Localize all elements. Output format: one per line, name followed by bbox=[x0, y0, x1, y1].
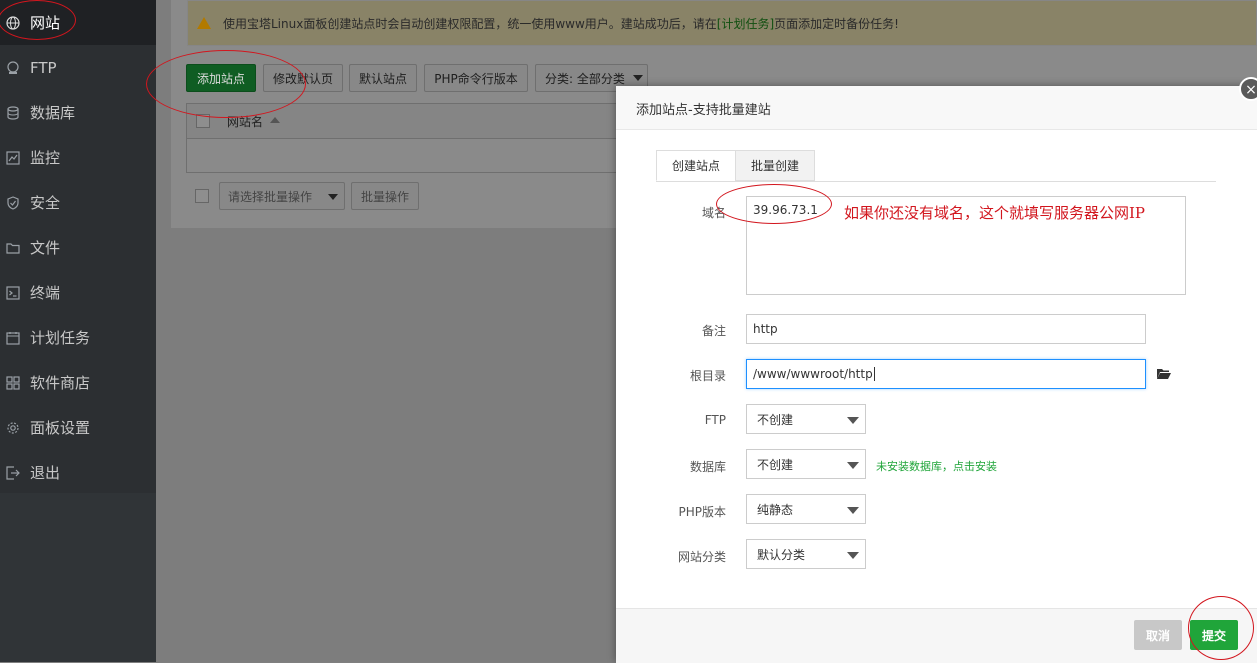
notice-bar: 使用宝塔Linux面板创建站点时会自动创建权限配置，统一使用www用户。建站成功… bbox=[187, 0, 1257, 46]
chevron-down-icon bbox=[632, 75, 643, 81]
cancel-button[interactable]: 取消 bbox=[1134, 620, 1182, 650]
ftp-select[interactable]: 不创建 bbox=[746, 404, 866, 434]
logout-icon bbox=[6, 465, 20, 480]
batch-select[interactable]: 请选择批量操作 bbox=[219, 182, 345, 210]
table-header: 网站名 bbox=[187, 104, 616, 139]
remark-label: 备注 bbox=[701, 324, 726, 338]
remark-input[interactable]: http bbox=[746, 314, 1146, 344]
sidebar-item-label: 安全 bbox=[30, 194, 61, 212]
domain-value: 39.96.73.1 bbox=[753, 203, 818, 217]
database-select[interactable]: 不创建 bbox=[746, 449, 866, 479]
cron-link[interactable]: [计划任务] bbox=[717, 15, 774, 32]
domain-annotation: 如果你还没有域名，这个就填写服务器公网IP bbox=[844, 204, 1146, 222]
gear-icon bbox=[6, 421, 20, 435]
sidebar-item-logout[interactable]: 退出 bbox=[0, 450, 156, 495]
tab-create-site[interactable]: 创建站点 bbox=[656, 150, 736, 181]
folder-icon bbox=[6, 241, 20, 255]
sidebar-item-database[interactable]: 数据库 bbox=[0, 90, 156, 135]
batch-select-placeholder: 请选择批量操作 bbox=[228, 189, 313, 204]
root-dir-value: /www/wwwroot/http bbox=[753, 367, 873, 381]
sidebar-item-label: 文件 bbox=[30, 239, 61, 257]
chevron-down-icon bbox=[328, 194, 338, 200]
site-category-label: 网站分类 bbox=[677, 550, 726, 564]
add-site-modal: 添加站点-支持批量建站 创建站点 批量创建 域名 39.96.73.1 如果你还… bbox=[616, 86, 1257, 663]
database-label: 数据库 bbox=[689, 460, 726, 474]
chevron-down-icon bbox=[847, 462, 859, 469]
database-icon bbox=[6, 105, 20, 120]
ftp-icon bbox=[6, 60, 20, 75]
sidebar-item-cron[interactable]: 计划任务 bbox=[0, 315, 156, 360]
monitor-icon bbox=[6, 150, 20, 165]
sidebar: 网站 FTP 数据库 监控 安全 文件 终端 计划任务 软件商店 面板设置 退出 bbox=[0, 0, 156, 662]
category-label: 分类: 全部分类 bbox=[545, 71, 625, 86]
sidebar-item-label: 计划任务 bbox=[30, 329, 91, 347]
sidebar-item-terminal[interactable]: 终端 bbox=[0, 270, 156, 315]
column-site-name[interactable]: 网站名 bbox=[227, 113, 263, 130]
submit-button[interactable]: 提交 bbox=[1190, 620, 1238, 650]
default-site-button[interactable]: 默认站点 bbox=[349, 64, 417, 92]
sidebar-item-label: 网站 bbox=[30, 14, 61, 32]
remark-value: http bbox=[753, 322, 778, 336]
batch-checkbox[interactable] bbox=[195, 189, 209, 203]
add-site-button[interactable]: 添加站点 bbox=[186, 64, 256, 92]
sidebar-item-label: 退出 bbox=[30, 464, 61, 482]
calendar-icon bbox=[6, 331, 20, 345]
notice-text-end: 页面添加定时备份任务! bbox=[774, 16, 899, 31]
modal-tabs: 创建站点 批量创建 bbox=[656, 150, 1216, 182]
domain-label: 域名 bbox=[701, 206, 726, 220]
php-version-select[interactable]: 纯静态 bbox=[746, 494, 866, 524]
shield-icon bbox=[6, 195, 20, 210]
modal-title: 添加站点-支持批量建站 bbox=[636, 103, 771, 118]
chevron-down-icon bbox=[847, 507, 859, 514]
sidebar-item-files[interactable]: 文件 bbox=[0, 225, 156, 270]
tab-batch-create[interactable]: 批量创建 bbox=[735, 150, 815, 181]
sidebar-item-security[interactable]: 安全 bbox=[0, 180, 156, 225]
root-dir-label: 根目录 bbox=[689, 369, 726, 383]
select-all-checkbox[interactable] bbox=[196, 114, 210, 128]
notice-text: 使用宝塔Linux面板创建站点时会自动创建权限配置，统一使用www用户。建站成功… bbox=[223, 16, 717, 31]
folder-open-icon[interactable] bbox=[1156, 367, 1172, 385]
install-database-link[interactable]: 未安装数据库，点击安装 bbox=[876, 458, 997, 474]
sort-asc-icon[interactable] bbox=[270, 117, 280, 123]
php-version-value: 纯静态 bbox=[757, 502, 794, 517]
warning-icon bbox=[197, 17, 211, 29]
terminal-icon bbox=[6, 285, 20, 300]
sidebar-item-label: 软件商店 bbox=[30, 374, 91, 392]
sidebar-item-ftp[interactable]: FTP bbox=[0, 45, 156, 90]
php-version-label: PHP版本 bbox=[678, 505, 727, 519]
batch-action-button[interactable]: 批量操作 bbox=[351, 182, 419, 210]
php-cli-version-button[interactable]: PHP命令行版本 bbox=[424, 64, 528, 92]
sidebar-item-label: 终端 bbox=[30, 284, 61, 302]
sidebar-item-store[interactable]: 软件商店 bbox=[0, 360, 156, 405]
sidebar-item-website[interactable]: 网站 bbox=[0, 0, 156, 45]
sidebar-item-label: FTP bbox=[30, 58, 57, 77]
chevron-down-icon bbox=[847, 417, 859, 424]
sidebar-item-label: 监控 bbox=[30, 149, 61, 167]
sidebar-item-label: 面板设置 bbox=[30, 419, 91, 437]
site-table: 网站名 bbox=[186, 103, 617, 173]
database-value: 不创建 bbox=[757, 457, 794, 472]
site-category-value: 默认分类 bbox=[757, 547, 806, 562]
sidebar-item-label: 数据库 bbox=[30, 104, 76, 122]
sidebar-item-monitor[interactable]: 监控 bbox=[0, 135, 156, 180]
grid-icon bbox=[6, 375, 20, 390]
modal-header: 添加站点-支持批量建站 bbox=[616, 86, 1257, 130]
globe-icon bbox=[6, 15, 20, 30]
root-dir-input[interactable]: /www/wwwroot/http bbox=[746, 359, 1146, 389]
sidebar-item-settings[interactable]: 面板设置 bbox=[0, 405, 156, 450]
close-icon[interactable]: × bbox=[1239, 77, 1257, 101]
chevron-down-icon bbox=[847, 552, 859, 559]
modify-default-page-button[interactable]: 修改默认页 bbox=[263, 64, 343, 92]
modal-footer: 取消 提交 bbox=[616, 608, 1257, 663]
ftp-label: FTP bbox=[704, 413, 726, 427]
text-cursor bbox=[873, 367, 875, 381]
site-category-select[interactable]: 默认分类 bbox=[746, 539, 866, 569]
ftp-value: 不创建 bbox=[757, 412, 794, 427]
